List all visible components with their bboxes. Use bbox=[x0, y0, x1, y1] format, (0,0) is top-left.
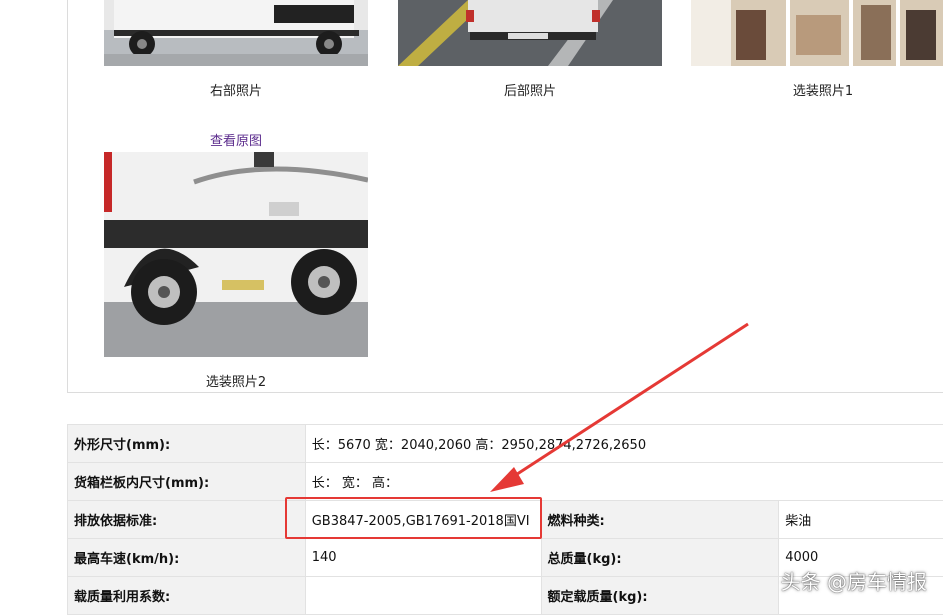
watermark: 头条 @房车情报 bbox=[781, 566, 927, 595]
red-arrow-icon bbox=[0, 0, 943, 611]
